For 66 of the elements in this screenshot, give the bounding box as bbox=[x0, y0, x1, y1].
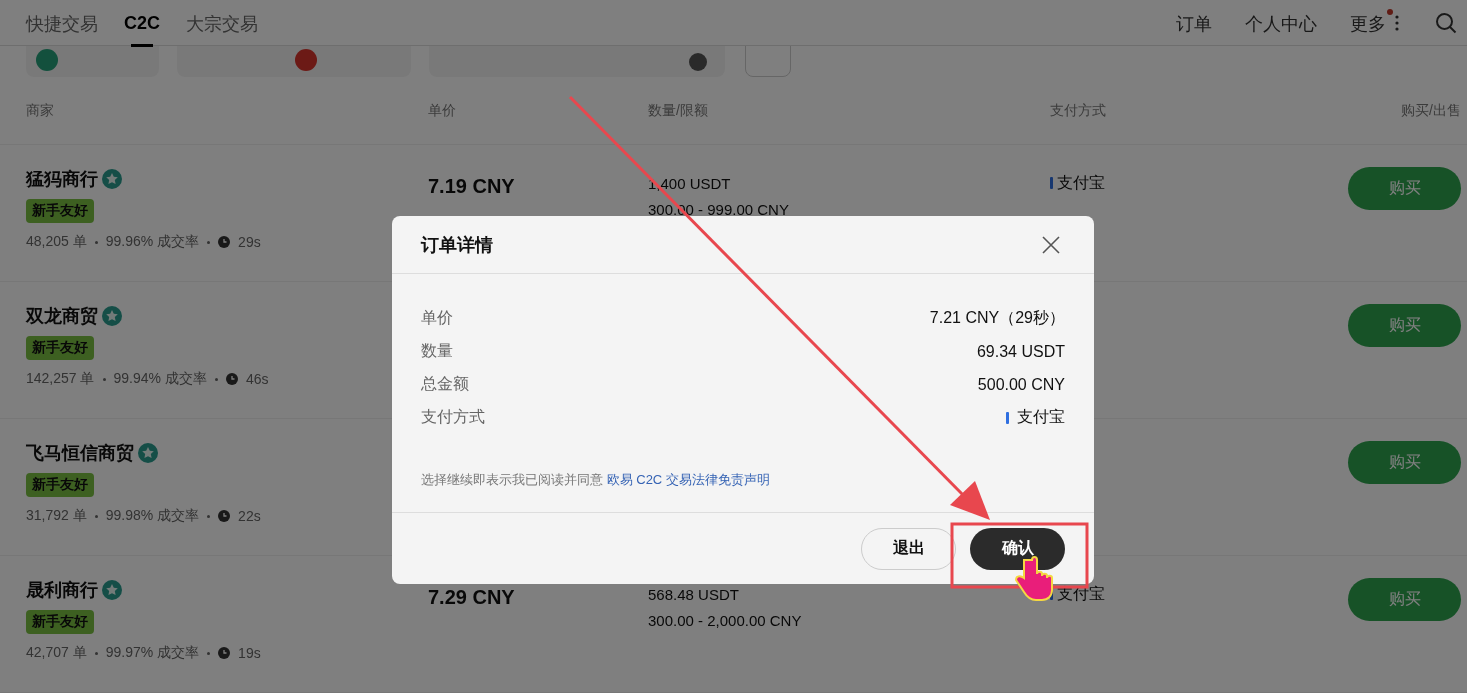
limit-range: 300.00 - 2,000.00 CNY bbox=[648, 612, 803, 629]
response-time: 22s bbox=[238, 508, 261, 524]
exit-button[interactable]: 退出 bbox=[861, 527, 956, 570]
confirm-button[interactable]: 确认 bbox=[970, 527, 1065, 570]
nav-tab[interactable]: 快捷交易 bbox=[26, 0, 98, 46]
column-header: 支付方式 bbox=[1050, 101, 1107, 120]
unit-price: 7.19 CNY bbox=[428, 175, 515, 197]
disclaimer-link[interactable]: 欧易 C2C 交易法律免责声明 bbox=[606, 472, 770, 487]
completion-rate: 99.97% 成交率 bbox=[105, 644, 200, 662]
detail-label: 单价 bbox=[421, 308, 453, 328]
column-header: 购买/出售 bbox=[1401, 101, 1461, 120]
detail-label: 总金额 bbox=[421, 374, 469, 394]
completion-rate: 99.96% 成交率 bbox=[105, 233, 200, 251]
detail-value: 7.21 CNY（29秒） bbox=[929, 308, 1065, 328]
dialog-title: 订单详情 bbox=[421, 233, 493, 257]
detail-value: 69.34 USDT bbox=[976, 342, 1065, 361]
order-count: 31,792 单 bbox=[26, 507, 87, 525]
currency-icon bbox=[295, 49, 317, 71]
response-time: 29s bbox=[238, 234, 261, 250]
disclaimer-text: 选择继续即表示我已阅读并同意 欧易 C2C 交易法律免责声明 bbox=[421, 471, 771, 489]
detail-label: 数量 bbox=[421, 341, 453, 361]
nav-link[interactable]: 更多 bbox=[1350, 9, 1393, 36]
search-icon[interactable] bbox=[1435, 11, 1457, 34]
tag-label: 新手友好 bbox=[26, 610, 94, 634]
tag-label: 新手友好 bbox=[26, 199, 94, 223]
merchant-name[interactable]: 双龙商贸 bbox=[26, 304, 98, 328]
merchant-name[interactable]: 飞马恒信商贸 bbox=[26, 441, 134, 465]
detail-value: 支付宝 bbox=[1017, 407, 1065, 427]
order-count: 142,257 单 bbox=[26, 370, 95, 388]
payment-marker bbox=[1050, 177, 1053, 189]
completion-rate: 99.94% 成交率 bbox=[113, 370, 207, 388]
column-header: 商家 bbox=[26, 101, 55, 120]
order-count: 48,205 单 bbox=[26, 233, 87, 251]
merchant-name[interactable]: 猛犸商行 bbox=[26, 167, 98, 191]
close-icon[interactable] bbox=[1042, 235, 1060, 254]
payment-method: 支付宝 bbox=[1057, 173, 1105, 193]
column-header: 数量/限额 bbox=[648, 101, 709, 120]
hand-cursor-icon bbox=[1015, 556, 1053, 601]
buy-button[interactable]: 购买 bbox=[1348, 304, 1461, 347]
clock-icon bbox=[225, 373, 238, 385]
nav-tab[interactable]: 大宗交易 bbox=[186, 0, 258, 46]
detail-value: 500.00 CNY bbox=[977, 375, 1065, 394]
buy-button[interactable]: 购买 bbox=[1348, 167, 1461, 210]
nav-tab[interactable]: C2C bbox=[124, 1, 160, 44]
clock-icon bbox=[218, 510, 231, 522]
coin-icon bbox=[36, 49, 58, 71]
payment-marker bbox=[1006, 411, 1009, 424]
completion-rate: 99.98% 成交率 bbox=[105, 507, 200, 525]
response-time: 46s bbox=[245, 371, 269, 387]
quantity: 568.48 USDT bbox=[648, 586, 740, 603]
order-count: 42,707 单 bbox=[26, 644, 87, 662]
unit-price: 7.29 CNY bbox=[428, 586, 515, 608]
response-time: 19s bbox=[238, 645, 261, 661]
nav-link[interactable]: 订单 bbox=[1176, 9, 1219, 36]
nav-link[interactable]: 个人中心 bbox=[1245, 9, 1324, 36]
buy-button[interactable]: 购买 bbox=[1348, 441, 1461, 484]
merchant-name[interactable]: 晟利商行 bbox=[26, 578, 98, 602]
tag-label: 新手友好 bbox=[26, 473, 94, 497]
tag-label: 新手友好 bbox=[26, 336, 94, 360]
more-icon[interactable] bbox=[1395, 14, 1399, 31]
column-header: 单价 bbox=[428, 101, 457, 120]
detail-label: 支付方式 bbox=[421, 407, 485, 427]
clear-icon bbox=[689, 53, 707, 71]
clock-icon bbox=[218, 647, 231, 659]
buy-button[interactable]: 购买 bbox=[1348, 578, 1461, 621]
clock-icon bbox=[218, 236, 231, 248]
